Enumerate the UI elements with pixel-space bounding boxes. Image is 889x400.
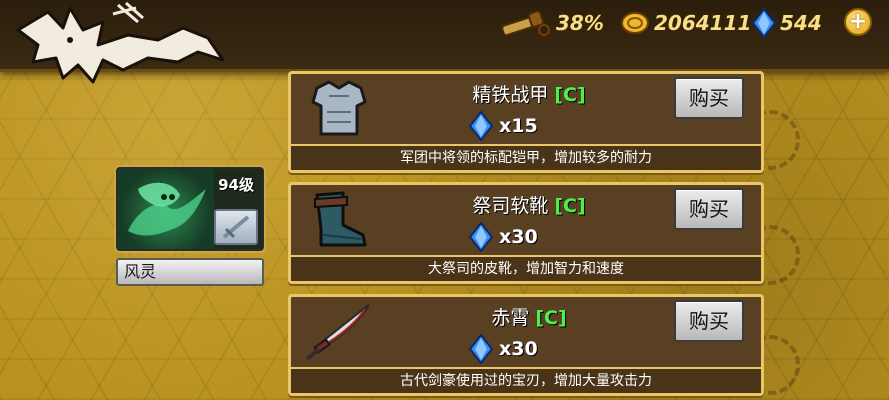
item-title: 祭司软靴 — [472, 195, 549, 217]
item-description: 古代剑豪使用过的宝刃，增加大量攻击力 — [291, 367, 761, 393]
buy-button[interactable]: 购买 — [674, 300, 744, 342]
blue-gem-icon — [469, 111, 493, 141]
item-description: 大祭司的皮靴，增加智力和速度 — [291, 255, 761, 281]
item-description: 军团中将领的标配铠甲，增加较多的耐力 — [291, 144, 761, 170]
hero-equipment-slot[interactable] — [214, 209, 258, 245]
shop-item: 精铁战甲 [C] x15 购买 军团中将领的标配铠甲，增加较多的耐力 — [288, 71, 764, 173]
item-grade: [C] — [554, 84, 586, 106]
item-title: 精铁战甲 — [472, 84, 549, 106]
scope-resource: 38% — [500, 8, 604, 38]
shop-item: 赤霄 [C] x30 购买 古代剑豪使用过的宝刃，增加大量攻击力 — [288, 294, 764, 396]
gold-resource: 2064111 — [620, 8, 751, 38]
price-value: x30 — [499, 226, 538, 248]
buy-button[interactable]: 购买 — [674, 188, 744, 230]
blue-gem-icon — [469, 222, 493, 252]
add-resource-button[interactable]: + — [844, 8, 872, 36]
back-button[interactable] — [8, 0, 228, 90]
item-grade: [C] — [535, 307, 567, 329]
item-grade: [C] — [554, 195, 586, 217]
hero-card[interactable]: 94级 — [116, 167, 264, 251]
wind-spirit-portrait — [128, 182, 206, 236]
bat-wing-back-icon — [16, 1, 225, 84]
hero-name: 风灵 — [116, 258, 264, 286]
blue-gem-icon — [752, 8, 776, 38]
hero-level: 94级 — [218, 176, 254, 194]
gold-coin-icon — [621, 12, 649, 34]
gem-value: 544 — [780, 11, 822, 35]
blue-gem-icon — [469, 334, 493, 364]
price-value: x30 — [499, 338, 538, 360]
plus-icon: + — [848, 9, 868, 34]
gem-resource: 544 — [752, 8, 822, 38]
gold-value: 2064111 — [654, 11, 752, 35]
item-price: x30 — [469, 222, 538, 252]
hero-portrait — [118, 169, 214, 249]
item-price: x15 — [469, 111, 538, 141]
item-price: x30 — [469, 334, 538, 364]
price-value: x15 — [499, 115, 538, 137]
shop-item: 祭司软靴 [C] x30 购买 大祭司的皮靴，增加智力和速度 — [288, 182, 764, 284]
item-title: 赤霄 — [491, 307, 530, 329]
spyglass-icon — [501, 10, 550, 37]
buy-button[interactable]: 购买 — [674, 77, 744, 119]
sword-slot-icon — [222, 215, 250, 239]
scope-value: 38% — [556, 11, 604, 35]
